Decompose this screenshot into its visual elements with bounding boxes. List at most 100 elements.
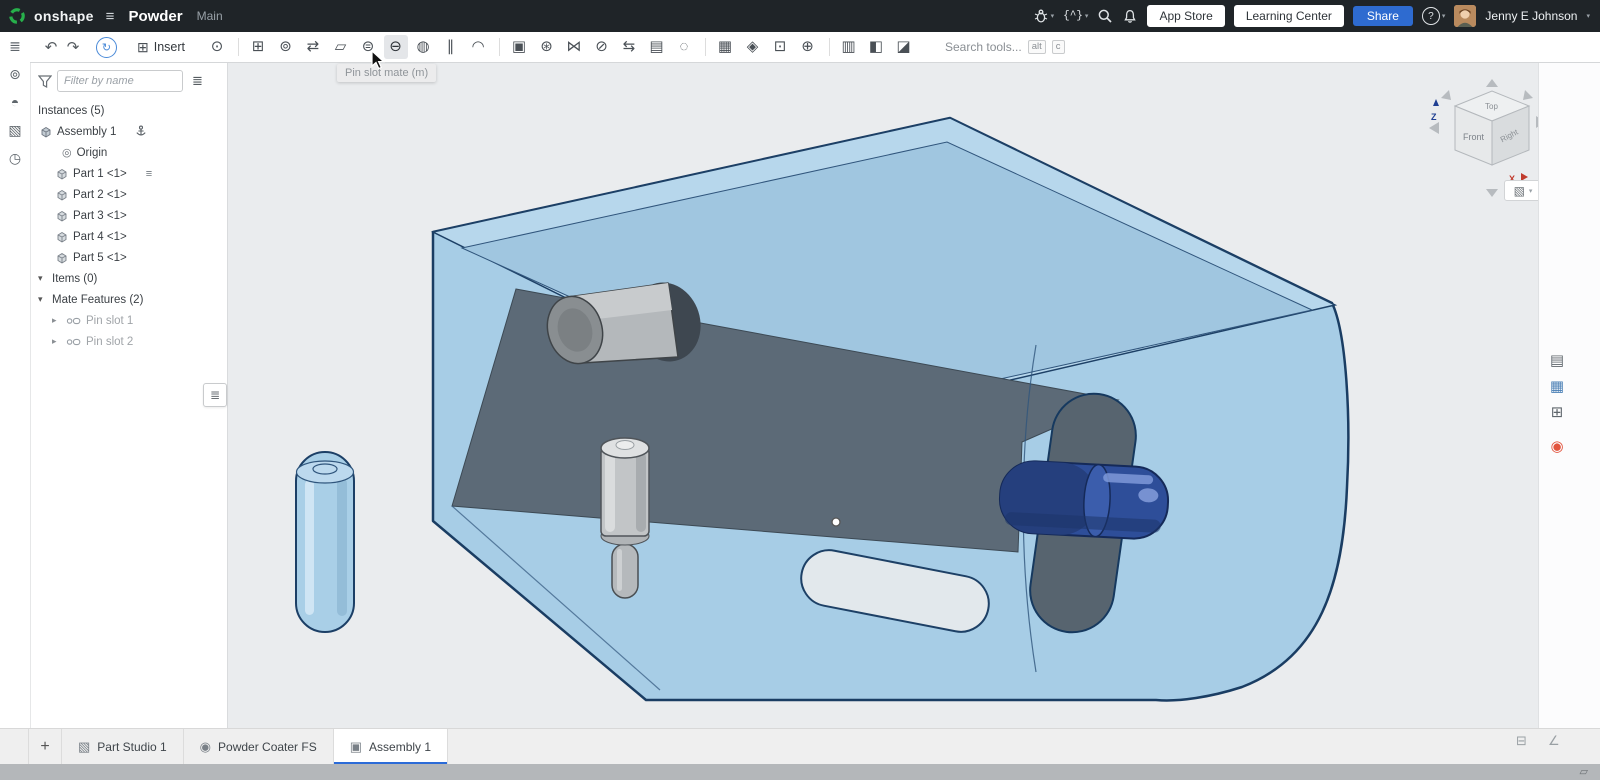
custom-tables-panel-icon[interactable]: ⊞ [1545,401,1569,425]
strip-glyph: ◓ [11,94,19,110]
parts-panel-icon[interactable]: ▧ [4,122,26,138]
revolute-mate-icon[interactable]: ⊚ [274,35,298,59]
roll-left-arrow[interactable] [1441,90,1451,100]
update-icon[interactable]: ↻ [96,37,117,58]
tree-collapse-handle[interactable]: ≣ [203,383,227,407]
named-positions-icon[interactable]: ◈ [741,35,765,59]
tree-row-origin[interactable]: ◎ Origin [30,142,227,163]
tangent-mate-icon[interactable]: ◠ [466,35,490,59]
items-header[interactable]: ▾ Items (0) [30,268,227,289]
gear-relation-icon[interactable]: ⊛ [535,35,559,59]
filter-funnel-icon[interactable] [38,75,52,88]
tree-row-mate[interactable]: ▸ Pin slot 1 [30,310,227,331]
help-icon: ? [1422,7,1440,25]
history-panel-icon[interactable]: ◷ [4,150,26,166]
interference-icon[interactable]: ◧ [864,35,888,59]
part-pin-blue[interactable] [998,460,1170,541]
rotate-left-arrow[interactable] [1429,122,1439,134]
learning-center-button[interactable]: Learning Center [1234,5,1344,27]
share-button[interactable]: Share [1353,6,1413,26]
parallel-mate-icon[interactable]: ∥ [439,35,463,59]
rotate-up-arrow[interactable] [1486,79,1498,87]
tree-row-part[interactable]: Part 4 <1> [30,226,227,247]
pin-slot-mate-icon[interactable]: ⊖ [384,35,408,59]
mates-panel-icon[interactable]: ⊚ [4,66,26,82]
search-icon[interactable] [1097,8,1113,24]
tab-powder-coater-fs[interactable]: ◉ Powder Coater FS [184,729,334,765]
tree-row-assembly[interactable]: Assembly 1 [30,121,227,142]
tab-icon: ▧ [78,739,90,755]
tree-view-options-icon[interactable]: ≣ [192,73,203,89]
insert-button[interactable]: ⊞ Insert [131,36,191,59]
scale-icon[interactable]: ∠ [1548,733,1560,749]
part-indicator-icon: ≡ [146,168,152,180]
filter-input[interactable] [57,70,183,92]
document-menu-icon[interactable]: ≡ [106,8,115,25]
learning-panel-icon[interactable]: ◉ [1545,435,1569,459]
tree-row-part[interactable]: Part 5 <1> [30,247,227,268]
tool-glyph: ⊖ [389,38,402,55]
display-mode-button[interactable]: ▧ ▾ [1504,180,1538,201]
bom-icon[interactable]: ▥ [837,35,861,59]
panel-glyph: ◉ [1550,438,1563,455]
tree-row-mate[interactable]: ▸ Pin slot 2 [30,331,227,352]
snapshot-icon[interactable]: ⊡ [768,35,792,59]
filter-row: ≣ [30,62,227,100]
diagnostics-menu[interactable]: ▾ [1033,8,1055,24]
printer-icon[interactable]: ⊟ [1516,733,1527,749]
replicate-icon[interactable]: ▦ [713,35,737,59]
undo-icon[interactable]: ↶ [40,38,62,56]
bom-panel-icon[interactable]: ▤ [1545,349,1569,373]
add-tab-button[interactable]: + [28,729,62,765]
chevron-right-icon: ▸ [52,315,61,326]
workspace-name[interactable]: Main [197,9,223,23]
fastened-mate-icon[interactable]: ⊞ [246,35,270,59]
onshape-logo-icon[interactable] [8,7,26,25]
exploded-view-icon[interactable]: ⊕ [796,35,820,59]
mate-features-header[interactable]: ▾ Mate Features (2) [30,289,227,310]
assembly-3d-scene[interactable] [227,62,1538,728]
help-menu[interactable]: ? ▾ [1422,7,1446,25]
featurescript-menu[interactable]: {^} ▾ [1063,10,1088,22]
part-housing[interactable] [433,118,1348,700]
structure-panel-icon[interactable]: ≣ [4,38,26,54]
search-tools-label: Search tools... [945,40,1022,54]
tool-glyph: ⇆ [623,38,636,55]
roll-right-arrow[interactable] [1523,90,1533,100]
app-store-button[interactable]: App Store [1147,5,1224,27]
planar-mate-icon[interactable]: ▱ [329,35,353,59]
configurations-panel-icon[interactable]: ▦ [1545,375,1569,399]
user-avatar[interactable] [1454,5,1476,27]
screw-relation-icon[interactable]: ⊘ [590,35,614,59]
comments-panel-icon[interactable]: ◓ [4,94,26,110]
part-cylinder-loose[interactable] [296,452,354,632]
graphics-viewport[interactable]: Top Front Right Z X ▧ ▾ [227,62,1538,728]
section-view-icon[interactable]: ◪ [892,35,916,59]
document-title[interactable]: Powder [128,8,182,25]
tree-row-part[interactable]: Part 2 <1> [30,184,227,205]
fixed-anchor-icon [135,125,147,138]
group-mate-icon[interactable]: ▣ [507,35,531,59]
tree-row-part[interactable]: Part 3 <1> [30,205,227,226]
mate-connector-icon[interactable]: ⊙ [205,35,229,59]
tab-part-studio-1[interactable]: ▧ Part Studio 1 [62,729,184,765]
origin-marker[interactable] [832,518,840,526]
search-tools-input[interactable]: Search tools... alt c [945,40,1065,54]
tool-glyph: ⋈ [567,38,582,55]
tool-glyph: ◠ [471,38,484,55]
notifications-bell-icon[interactable] [1122,8,1138,24]
circular-pattern-icon[interactable]: ◌ [672,35,696,59]
tab-assembly-1[interactable]: ▣ Assembly 1 [334,729,448,765]
user-name[interactable]: Jenny E Johnson [1485,9,1577,23]
rack-pinion-relation-icon[interactable]: ⋈ [562,35,586,59]
redo-icon[interactable]: ↷ [62,38,84,56]
rotate-down-arrow[interactable] [1486,189,1498,197]
caret-down-icon[interactable]: ▾ [1586,12,1590,20]
tree-row-part[interactable]: Part 1 <1> ≡ [30,163,227,184]
part-label: Part 4 <1> [73,231,127,243]
linear-pattern-icon[interactable]: ▤ [645,35,669,59]
linear-relation-icon[interactable]: ⇆ [617,35,641,59]
part-icon [56,189,68,201]
ball-mate-icon[interactable]: ◍ [411,35,435,59]
slider-mate-icon[interactable]: ⇄ [301,35,325,59]
